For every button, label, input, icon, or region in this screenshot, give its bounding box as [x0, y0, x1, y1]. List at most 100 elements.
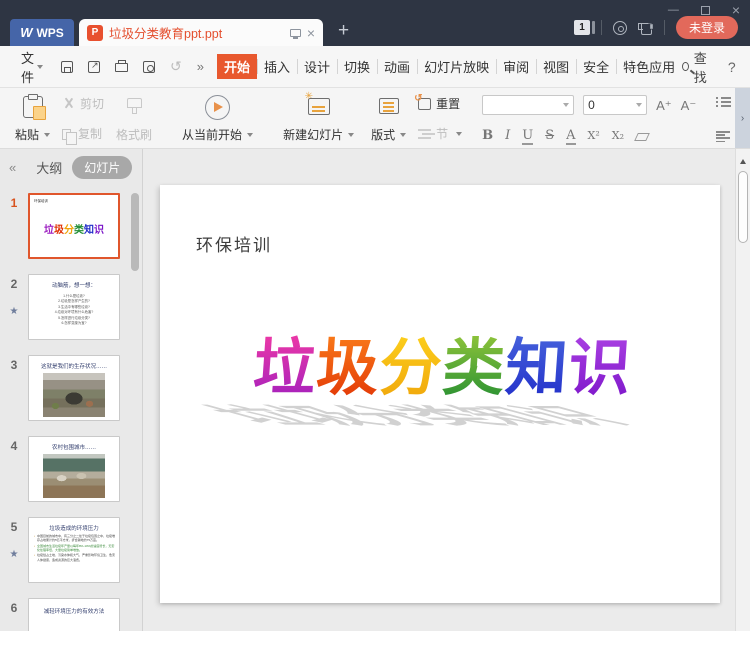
section-button: 节: [418, 125, 463, 142]
maximize-button[interactable]: [700, 5, 710, 15]
new-slide-caret-icon: [348, 132, 355, 137]
paste-button[interactable]: 粘贴: [10, 93, 55, 144]
export-icon[interactable]: [88, 60, 101, 73]
titlebar-divider: [600, 20, 602, 35]
menu-tab-设计[interactable]: 设计: [297, 54, 337, 79]
reset-button[interactable]: 重置: [414, 93, 462, 112]
decrease-font-button[interactable]: A⁻: [681, 99, 697, 112]
scrollbar-thumb[interactable]: [738, 171, 748, 243]
slide-number: 1: [10, 196, 18, 210]
underline-button[interactable]: U: [522, 129, 533, 145]
thumb-wordart-char: 类: [74, 225, 84, 236]
ribbon-expand-strip[interactable]: ›: [735, 88, 750, 148]
new-slide-icon: [305, 91, 330, 115]
italic-button[interactable]: I: [505, 129, 510, 142]
thumb-paragraphs: 中国目前的城市中，有三分之二处于垃圾包围之中，垃圾堆存占地累计约5亿平方米，折合…: [29, 532, 119, 562]
menu-tab-开始[interactable]: 开始: [216, 54, 257, 79]
slide-number: 4: [10, 439, 18, 453]
integral-icon[interactable]: [612, 20, 627, 35]
scroll-up-icon[interactable]: [740, 159, 746, 164]
tab-outline[interactable]: 大纲: [36, 158, 62, 177]
slide-thumbnail-4[interactable]: 农村包围城市……: [28, 436, 120, 502]
bold-button[interactable]: B: [482, 129, 493, 142]
login-button[interactable]: 未登录: [675, 16, 738, 39]
sidebar-scrollbar-thumb[interactable]: [131, 193, 139, 271]
slide-thumbnail-3[interactable]: 这就是我们的生存状况……: [28, 355, 120, 421]
thumb-paragraph: 全国城市生活垃圾年产量以每年8%-10%的速度增长，无害化处理率低，大量垃圾简单…: [34, 544, 115, 553]
section-label: 节: [436, 127, 449, 141]
menu-tab-切换[interactable]: 切换: [337, 54, 377, 79]
menu-tab-动画[interactable]: 动画: [377, 54, 417, 79]
font-color-button[interactable]: A: [566, 129, 576, 145]
wordart-char: 知: [502, 317, 571, 407]
slide-thumbnail-5[interactable]: 垃圾造成的环境压力中国目前的城市中，有三分之二处于垃圾包围之中，垃圾堆存占地累计…: [28, 517, 120, 583]
play-label: 从当前开始: [182, 128, 243, 142]
copy-label: 复制: [78, 127, 103, 141]
present-mode-icon[interactable]: [289, 28, 301, 39]
play-from-current-button[interactable]: 从当前开始: [177, 93, 258, 144]
tab-close-icon[interactable]: ×: [307, 26, 315, 40]
slide-thumbnail-list: 1 环保培训 垃圾分类知识 2 ★ 动脑筋，想一想： 1.什么是垃圾? 2.垃圾是怎样产生的?…: [0, 185, 142, 631]
print-icon[interactable]: [115, 60, 129, 72]
thumb-paragraph: 垃圾侵占土地、污染水体和大气，严重影响环境卫生，危害人体健康，造成资源的巨大浪费…: [34, 553, 115, 562]
menu-tab-特色应用[interactable]: 特色应用: [616, 54, 682, 79]
file-menu[interactable]: 文件: [21, 48, 34, 86]
strikethrough-button[interactable]: S: [545, 129, 554, 142]
wordart-text[interactable]: 垃圾分类知识: [198, 317, 686, 407]
window-count-badge[interactable]: 1: [573, 20, 595, 35]
layout-icon: [378, 98, 399, 114]
font-size-combo[interactable]: 0: [583, 95, 648, 115]
slide-subtitle-text[interactable]: 环保培训: [196, 231, 272, 256]
section-icon: [418, 128, 432, 131]
bullet-list-icon[interactable]: [716, 96, 732, 108]
vertical-scrollbar[interactable]: [735, 149, 750, 631]
layout-label: 版式: [371, 128, 396, 142]
menu-tab-幻灯片放映[interactable]: 幻灯片放映: [417, 54, 496, 79]
menu-tab-插入[interactable]: 插入: [257, 54, 297, 79]
format-painter-label: 格式刷: [116, 128, 153, 142]
slide-thumbnail-6[interactable]: 减轻环境压力的有效方法: [28, 598, 120, 631]
reset-section-group: 重置 节: [414, 93, 463, 144]
document-tab[interactable]: P 垃圾分类教育ppt.ppt ×: [79, 19, 323, 46]
slide-editing-surface[interactable]: 环保培训 垃圾分类知识垃圾分类知识: [160, 185, 720, 603]
new-tab-button[interactable]: +: [338, 20, 349, 42]
cut-button: 剪切: [62, 95, 104, 112]
slide-thumb-row-1: 1 环保培训 垃圾分类知识: [0, 193, 142, 259]
increase-font-button[interactable]: A⁺: [656, 99, 672, 112]
menu-tab-审阅[interactable]: 审阅: [496, 54, 536, 79]
thumb-text-lines: 1.什么是垃圾? 2.垃圾是怎样产生的? 3.生活中有哪些垃圾? 4.垃圾对环境有什么…: [54, 294, 94, 326]
wordart-char: 分: [376, 317, 445, 407]
skin-theme-icon[interactable]: [637, 22, 653, 35]
minimize-button[interactable]: —: [668, 4, 679, 16]
find-button[interactable]: 查找: [682, 48, 711, 86]
menu-tab-视图[interactable]: 视图: [536, 54, 576, 79]
slide-thumbnail-2[interactable]: 动脑筋，想一想： 1.什么是垃圾? 2.垃圾是怎样产生的? 3.生活中有哪些垃圾? 4.…: [28, 274, 120, 340]
menu-tab-安全[interactable]: 安全: [576, 54, 616, 79]
wps-home-button[interactable]: W WPS: [10, 19, 74, 46]
thumb-wordart-char: 知: [84, 225, 94, 236]
paste-caret-icon: [44, 132, 51, 137]
help-icon[interactable]: ?: [728, 59, 736, 75]
wps-logo-icon: W: [20, 25, 32, 40]
find-label: 查找: [693, 50, 707, 85]
format-painter-icon: [126, 98, 143, 114]
file-menu-caret-icon[interactable]: [37, 64, 44, 69]
font-size-caret-icon: [636, 103, 643, 107]
thumb-title: 这就是我们的生存状况……: [40, 364, 107, 370]
align-left-icon[interactable]: [716, 131, 731, 143]
slide-thumb-row-6: 6 减轻环境压力的有效方法: [0, 598, 142, 631]
superscript-button[interactable]: X²: [588, 130, 600, 141]
tab-slides[interactable]: 幻灯片: [72, 155, 133, 179]
new-slide-button[interactable]: 新建幻灯片: [278, 91, 359, 144]
more-commands-icon[interactable]: »: [197, 59, 204, 74]
save-icon[interactable]: [61, 60, 74, 73]
subscript-button[interactable]: X₂: [612, 130, 624, 141]
clear-format-icon[interactable]: [634, 133, 650, 141]
layout-button[interactable]: 版式: [366, 93, 411, 144]
collapse-panel-icon[interactable]: «: [9, 160, 16, 175]
font-name-combo[interactable]: [482, 95, 575, 115]
print-preview-icon[interactable]: [143, 60, 156, 73]
slide-number: 6: [10, 601, 18, 615]
thumb-wordart-char: 分: [64, 225, 74, 236]
slide-thumbnail-1[interactable]: 环保培训 垃圾分类知识: [28, 193, 120, 259]
